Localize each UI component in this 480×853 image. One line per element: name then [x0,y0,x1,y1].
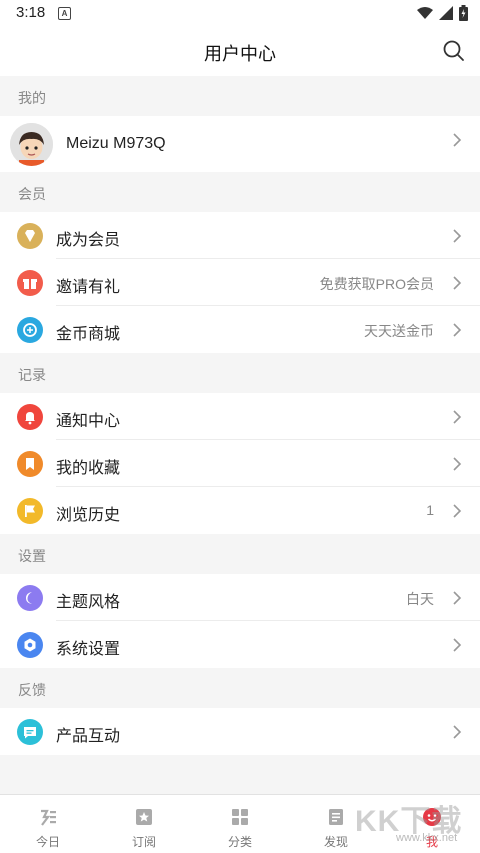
chat-icon [17,719,43,745]
diamond-icon [17,223,43,249]
chevron-right-icon [453,638,462,652]
status-time: 3:18 [16,4,46,21]
row-product-interaction[interactable]: 产品互动 [0,708,480,755]
chevron-right-icon [453,323,462,337]
row-theme[interactable]: 主题风格 白天 [0,574,480,621]
nav-today[interactable]: 今日 [0,795,96,853]
signal-icon [439,6,453,20]
row-history[interactable]: 浏览历史 1 [0,487,480,534]
row-label: 系统设置 [56,641,121,658]
profile-row[interactable]: Meizu M973Q [0,116,480,172]
section-label: 记录 [18,367,46,383]
wifi-icon [417,7,433,19]
moon-icon [17,585,43,611]
row-label: 浏览历史 [56,507,121,524]
bell-icon [17,404,43,430]
section-settings: 设置 [0,534,480,574]
category-icon [232,809,248,825]
battery-icon [459,5,468,21]
nav-subscribe[interactable]: 订阅 [96,795,192,853]
chevron-right-icon [453,457,462,471]
row-label: 金币商城 [56,326,121,343]
hexagon-icon [17,632,43,658]
row-label: 邀请有礼 [56,279,121,296]
page-title: 用户中心 [204,44,276,64]
row-system-settings[interactable]: 系统设置 [0,621,480,668]
row-notifications[interactable]: 通知中心 [0,393,480,440]
row-label: 通知中心 [56,413,121,430]
nav-label: 今日 [35,835,60,849]
watermark-url: www.kkx.net [396,832,458,844]
row-label: 产品互动 [56,728,121,745]
chevron-right-icon [453,504,462,518]
row-label: 我的收藏 [56,460,121,477]
section-label: 设置 [18,548,46,564]
row-favorites[interactable]: 我的收藏 [0,440,480,487]
chevron-right-icon [453,229,462,243]
nav-category[interactable]: 分类 [192,795,288,853]
avatar [10,123,53,166]
status-icons [417,5,468,21]
row-become-member[interactable]: 成为会员 [0,212,480,259]
app-header: 用户中心 [0,26,480,76]
search-button[interactable] [442,39,466,63]
section-label: 会员 [18,186,46,202]
chevron-right-icon [453,725,462,739]
row-value: 免费获取PRO会员 [319,276,434,292]
chevron-right-icon [453,410,462,424]
section-member: 会员 [0,172,480,212]
section-feedback: 反馈 [0,668,480,708]
nav-label: 订阅 [131,835,156,849]
section-label: 反馈 [18,682,46,698]
row-value: 白天 [406,591,434,607]
row-value: 1 [426,502,434,518]
nav-label: 分类 [227,835,252,849]
section-label: 我的 [18,90,46,106]
profile-name: Meizu M973Q [66,135,166,152]
status-bar: 3:18 A [0,0,480,26]
discover-icon [329,809,343,825]
chevron-right-icon [453,133,462,147]
row-value: 天天送金币 [364,323,434,339]
subscribe-icon [136,809,152,825]
notification-a-icon: A [58,7,71,20]
flag-icon [17,498,43,524]
search-icon [443,40,464,61]
gift-icon [17,270,43,296]
row-invite[interactable]: 邀请有礼 免费获取PRO会员 [0,259,480,306]
row-coin-mall[interactable]: 金币商城 天天送金币 [0,306,480,353]
today-icon [41,809,56,826]
chevron-right-icon [453,276,462,290]
coin-icon [17,317,43,343]
row-label: 成为会员 [56,232,121,249]
chevron-right-icon [453,591,462,605]
section-mine: 我的 [0,76,480,116]
bookmark-icon [17,451,43,477]
row-label: 主题风格 [56,594,121,611]
section-records: 记录 [0,353,480,393]
